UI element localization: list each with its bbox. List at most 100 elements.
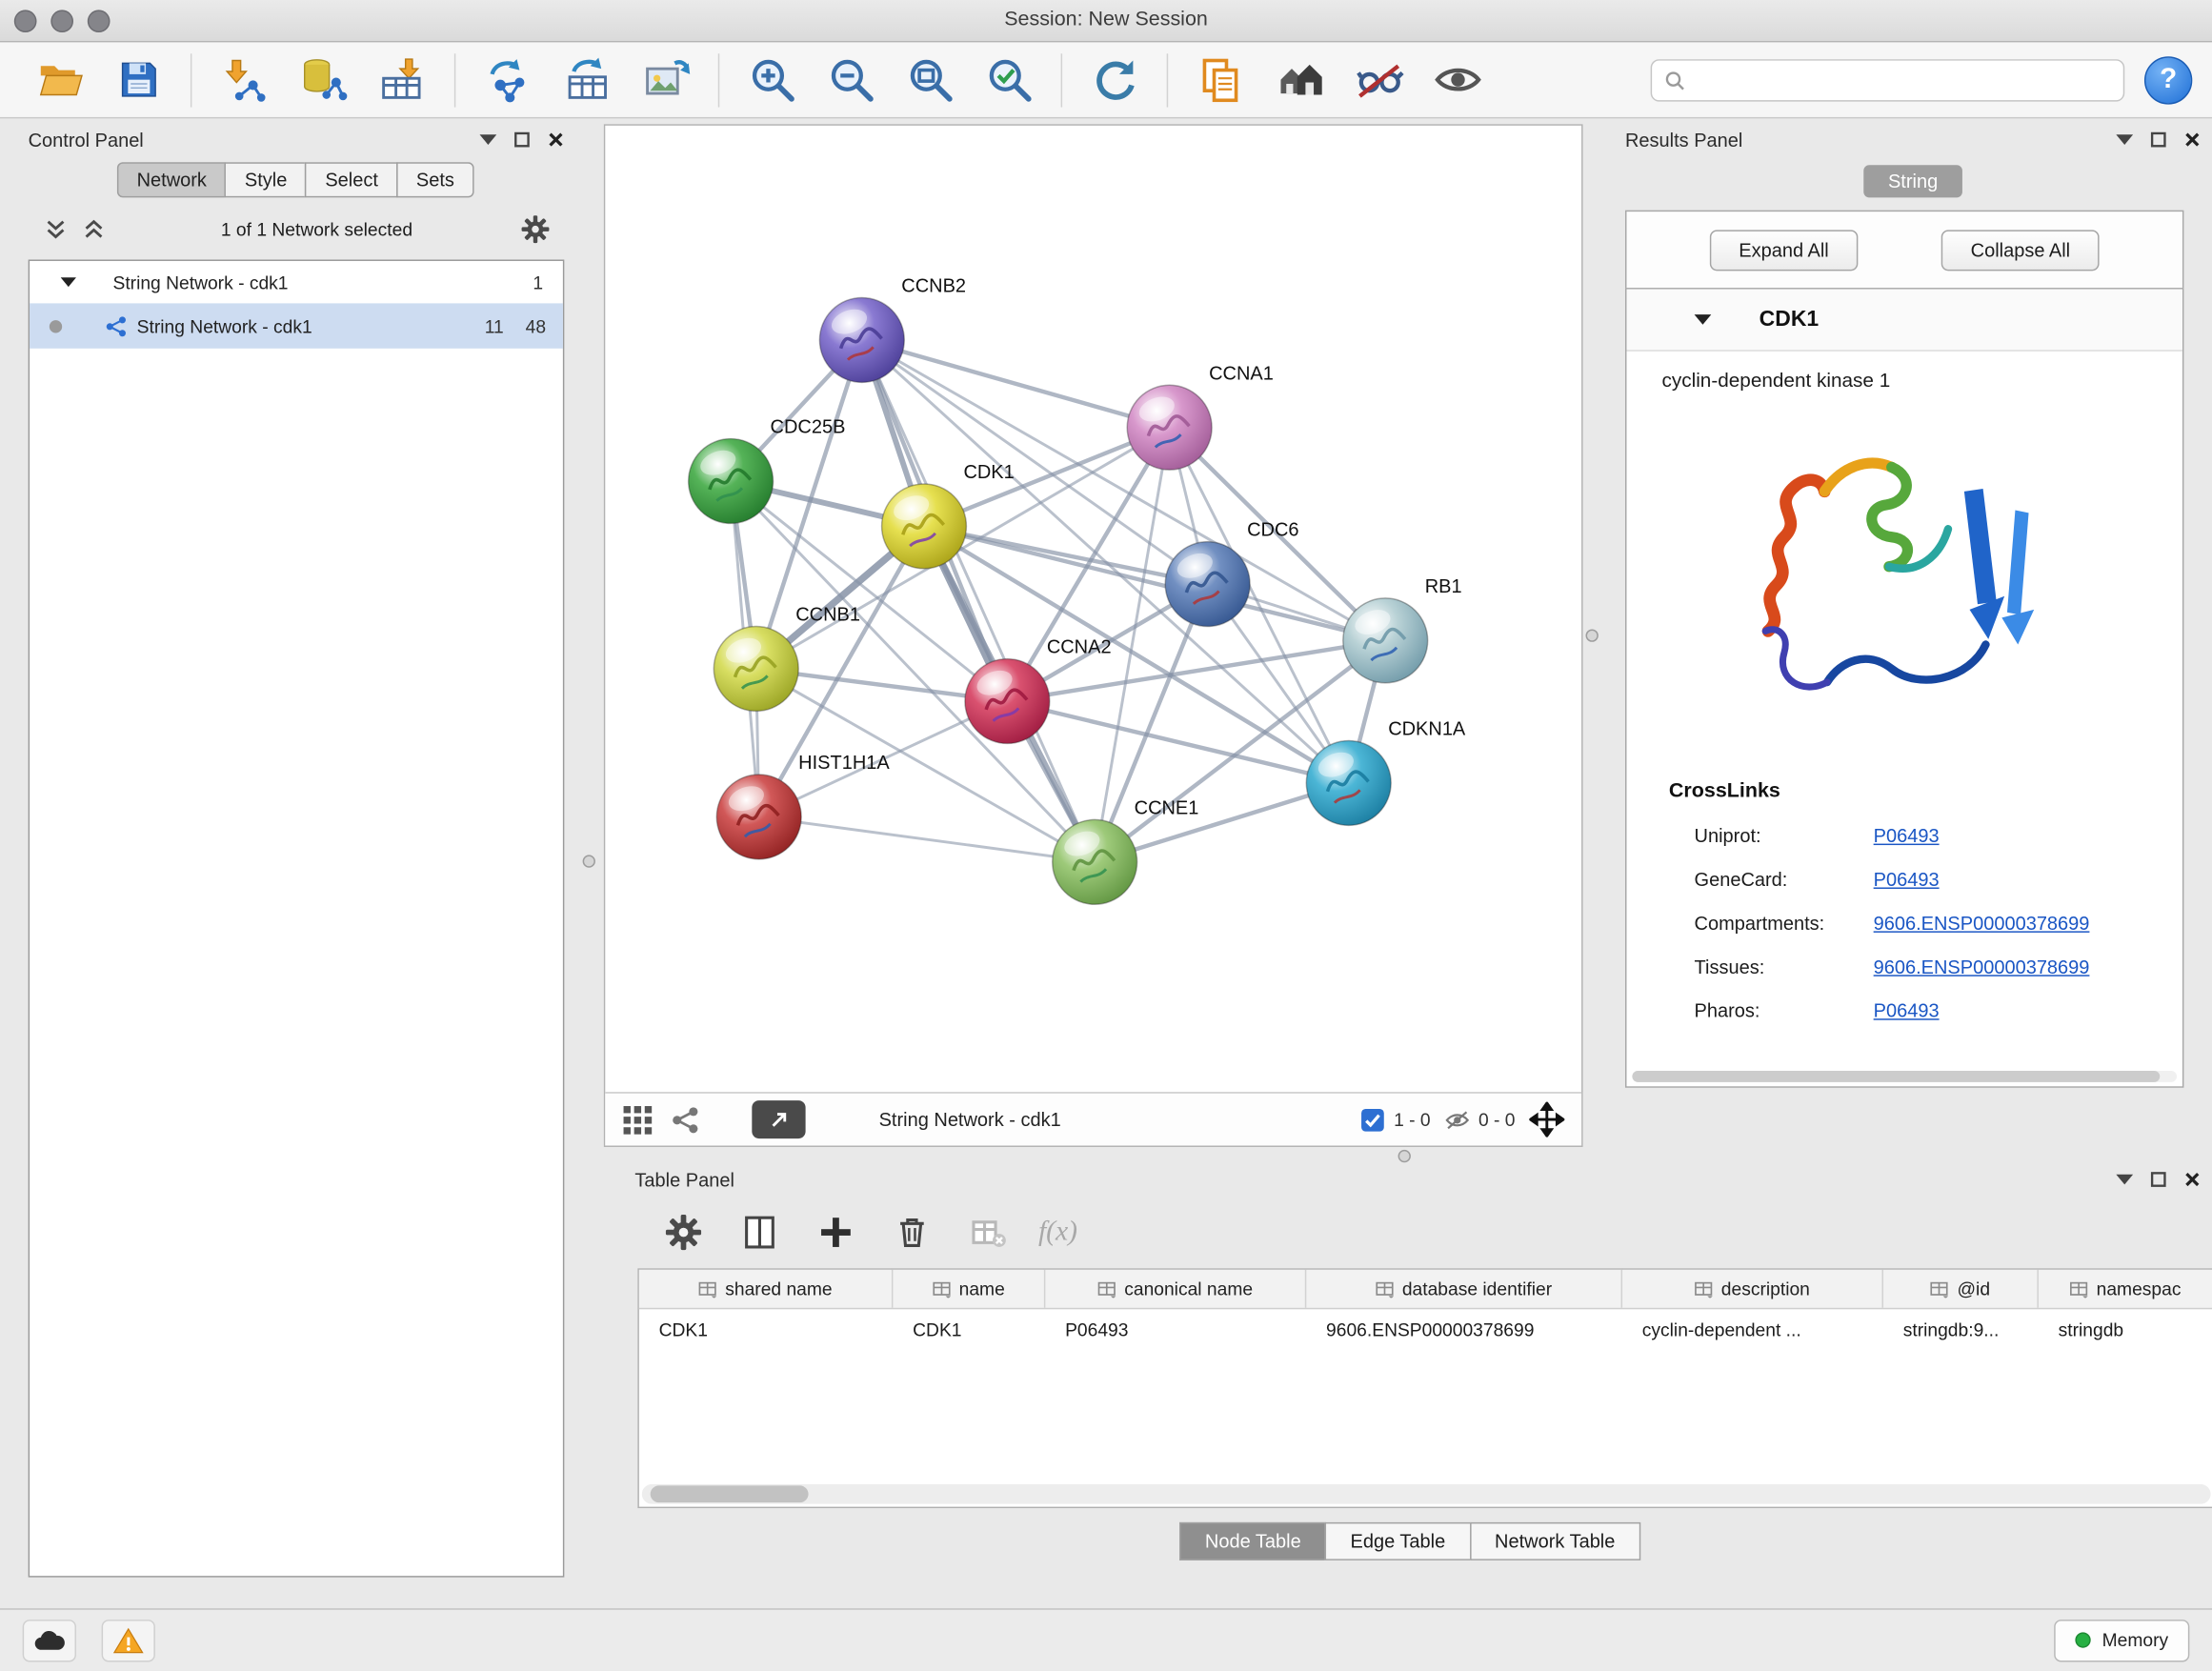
column-header-canonical-name[interactable]: canonical name [1045, 1270, 1306, 1308]
network-graph[interactable]: CCNB2CCNA1CDC25BCDK1CDC6RB1CCNB1CCNA2CDK… [605, 126, 1581, 1092]
tab-string[interactable]: String [1864, 165, 1962, 197]
node-CCNB2[interactable] [819, 297, 904, 382]
node-HIST1H1A[interactable] [716, 775, 801, 859]
panel-maximize-button[interactable] [2150, 1171, 2167, 1188]
scrollbar-thumb[interactable] [1632, 1071, 2160, 1082]
collapse-all-networks-icon[interactable] [45, 218, 66, 239]
expand-all-button[interactable]: Expand All [1709, 230, 1859, 271]
zoom-selected-button[interactable] [976, 48, 1041, 112]
node-CCNA1[interactable] [1127, 385, 1212, 470]
node-CCNE1[interactable] [1053, 819, 1137, 904]
edge-HIST1H1A-CCNE1[interactable] [759, 816, 1095, 861]
zoom-fit-button[interactable] [897, 48, 962, 112]
column-header-database-identifier[interactable]: database identifier [1306, 1270, 1622, 1308]
entry-disclosure-icon[interactable] [1695, 313, 1712, 326]
edge-CCNB2-CCNE1[interactable] [862, 340, 1095, 862]
panel-close-button[interactable] [2183, 1171, 2201, 1188]
splitter-handle[interactable] [1586, 629, 1599, 641]
export-image-button[interactable] [633, 48, 698, 112]
hide-panels-button[interactable] [1346, 48, 1411, 112]
splitter-handle[interactable] [583, 855, 595, 867]
crosslink-link[interactable]: 9606.ENSP00000378699 [1874, 956, 2090, 977]
open-session-button[interactable] [27, 48, 91, 112]
edge-CCNA2-CDKN1A[interactable] [1007, 701, 1348, 783]
table-horizontal-scrollbar[interactable] [642, 1484, 2211, 1504]
show-panels-button[interactable] [1425, 48, 1490, 112]
crosslink-link[interactable]: P06493 [1874, 869, 1940, 890]
panel-float-button[interactable] [2116, 1171, 2133, 1188]
network-collection-row[interactable]: String Network - cdk1 1 [30, 261, 563, 303]
memory-button[interactable]: Memory [2054, 1619, 2189, 1661]
hidden-eye-icon[interactable] [1444, 1107, 1470, 1133]
scrollbar-thumb[interactable] [651, 1485, 809, 1502]
table-cell[interactable]: CDK1 [893, 1309, 1045, 1348]
save-session-button[interactable] [106, 48, 171, 112]
collection-disclosure-icon[interactable] [61, 276, 76, 288]
column-header-namespac[interactable]: namespac [2039, 1270, 2212, 1308]
tab-edge-table[interactable]: Edge Table [1325, 1522, 1471, 1560]
selected-checkbox-icon[interactable] [1360, 1107, 1386, 1133]
show-columns-icon[interactable] [734, 1206, 784, 1257]
table-row[interactable]: CDK1CDK1P064939606.ENSP00000378699cyclin… [639, 1309, 2212, 1348]
crosslink-link[interactable]: 9606.ENSP00000378699 [1874, 913, 2090, 934]
new-network-button[interactable] [475, 48, 540, 112]
table-cell[interactable]: P06493 [1045, 1309, 1306, 1348]
table-cell[interactable]: CDK1 [639, 1309, 894, 1348]
node-CDC6[interactable] [1165, 542, 1250, 627]
node-CCNA2[interactable] [965, 659, 1050, 744]
edge-CDK1-RB1[interactable] [924, 526, 1385, 640]
network-row-selected[interactable]: String Network - cdk1 11 48 [30, 303, 563, 348]
node-CDKN1A[interactable] [1306, 740, 1391, 825]
control-tab-select[interactable]: Select [306, 162, 398, 197]
table-cell[interactable]: cyclin-dependent ... [1622, 1309, 1883, 1348]
control-tab-style[interactable]: Style [225, 162, 307, 197]
tab-network-table[interactable]: Network Table [1469, 1522, 1640, 1560]
node-CDK1[interactable] [882, 484, 967, 569]
grid-view-icon[interactable] [622, 1104, 654, 1136]
entry-header[interactable]: CDK1 [1626, 290, 2182, 352]
node-CDC25B[interactable] [689, 439, 774, 524]
panel-close-button[interactable] [2183, 131, 2201, 149]
network-options-gear-icon[interactable] [520, 213, 550, 243]
panel-float-button[interactable] [2116, 131, 2133, 149]
import-table-button[interactable] [370, 48, 434, 112]
detach-view-button[interactable] [752, 1100, 805, 1138]
pan-mode-button[interactable] [1529, 1102, 1564, 1137]
refresh-layout-button[interactable] [1082, 48, 1147, 112]
column-header-description[interactable]: description [1622, 1270, 1883, 1308]
zoom-out-button[interactable] [818, 48, 883, 112]
tab-node-table[interactable]: Node Table [1179, 1522, 1326, 1560]
home-view-button[interactable] [1267, 48, 1332, 112]
node-CCNB1[interactable] [714, 627, 798, 712]
table-cell[interactable]: stringdb [2039, 1309, 2212, 1348]
column-header-name[interactable]: name [893, 1270, 1045, 1308]
column-header-shared-name[interactable]: shared name [639, 1270, 894, 1308]
zoom-in-button[interactable] [739, 48, 804, 112]
import-network-database-button[interactable] [291, 48, 355, 112]
panel-maximize-button[interactable] [513, 131, 531, 149]
table-cell[interactable]: stringdb:9... [1883, 1309, 2039, 1348]
crosslink-link[interactable]: P06493 [1874, 1000, 1940, 1021]
cloud-status-button[interactable] [23, 1619, 76, 1661]
search-box[interactable] [1651, 58, 2125, 100]
control-tab-sets[interactable]: Sets [396, 162, 473, 197]
column-header--id[interactable]: @id [1883, 1270, 2039, 1308]
help-button[interactable]: ? [2144, 55, 2192, 103]
control-tab-network[interactable]: Network [117, 162, 227, 197]
results-horizontal-scrollbar[interactable] [1632, 1071, 2177, 1082]
warnings-button[interactable] [102, 1619, 155, 1661]
clone-network-button[interactable] [1188, 48, 1253, 112]
panel-maximize-button[interactable] [2150, 131, 2167, 149]
panel-close-button[interactable] [548, 131, 565, 149]
import-network-file-button[interactable] [211, 48, 276, 112]
node-RB1[interactable] [1343, 598, 1428, 683]
table-cell[interactable]: 9606.ENSP00000378699 [1306, 1309, 1622, 1348]
splitter-handle[interactable] [1398, 1150, 1411, 1162]
network-canvas[interactable]: CCNB2CCNA1CDC25BCDK1CDC6RB1CCNB1CCNA2CDK… [605, 126, 1581, 1092]
new-table-button[interactable] [554, 48, 619, 112]
collapse-all-button[interactable]: Collapse All [1941, 230, 2101, 271]
search-input[interactable] [1695, 70, 2112, 91]
table-settings-gear-icon[interactable] [657, 1206, 708, 1257]
expand-all-networks-icon[interactable] [83, 218, 104, 239]
add-column-plus-icon[interactable] [810, 1206, 860, 1257]
